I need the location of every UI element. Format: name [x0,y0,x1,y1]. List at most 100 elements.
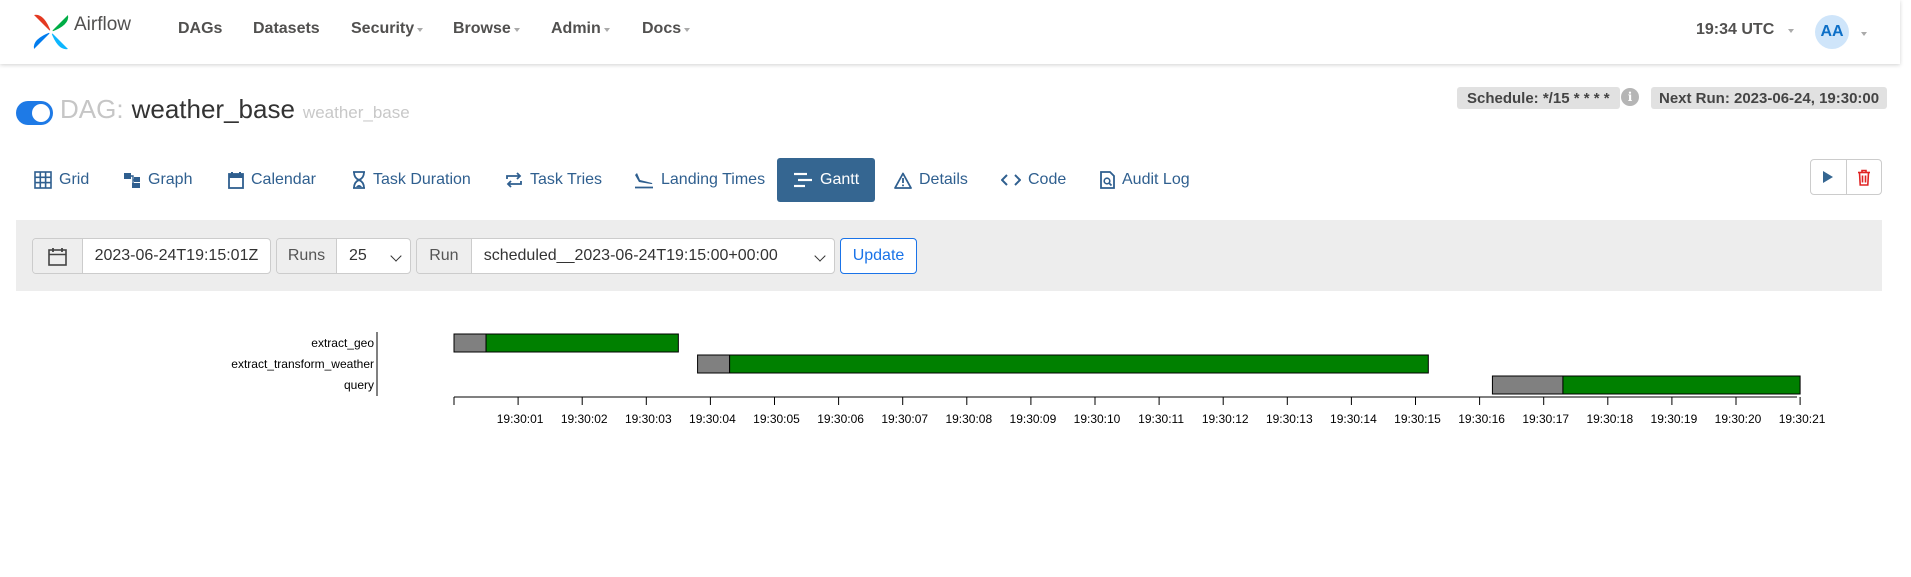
audit-log-icon [1100,171,1115,189]
date-picker-button[interactable] [33,239,83,273]
warning-triangle-icon [894,172,912,189]
runs-label: Runs [277,239,338,273]
tab-grid-label: Grid [59,171,90,188]
x-axis-tick-label: 19:30:03 [625,412,672,426]
x-axis-tick-label: 19:30:06 [817,412,864,426]
info-icon[interactable]: i [1621,88,1639,106]
schedule-badge: Schedule: */15 * * * * [1457,87,1620,109]
nav-security-label: Security [351,20,415,37]
x-axis-tick-label: 19:30:04 [689,412,736,426]
brand-home-link[interactable]: Airflow [30,8,131,56]
tab-grid[interactable]: Grid [34,158,89,202]
x-axis-tick-label: 19:30:01 [497,412,544,426]
gantt-task-label: extract_transform_weather [231,357,374,371]
caret-down-icon [417,28,424,32]
chevron-down-icon [814,250,826,262]
run-label: Run [417,239,472,273]
run-select[interactable]: scheduled__2023-06-24T19:15:00+00:00 [472,239,834,273]
x-axis-tick-label: 19:30:07 [881,412,928,426]
nav-dags-label: DAGs [178,20,223,37]
caret-down-icon [684,28,691,32]
code-icon [1001,174,1021,186]
tab-calendar-label: Calendar [251,171,316,188]
brand-name: Airflow [74,14,132,35]
nav-admin[interactable]: Admin [551,20,610,38]
user-avatar[interactable]: AA [1815,15,1849,49]
runs-group: Runs 25 [276,238,411,274]
gantt-task-bar[interactable] [729,354,1429,374]
x-axis-tick-label: 19:30:08 [945,412,992,426]
x-axis-tick-label: 19:30:13 [1266,412,1313,426]
runs-select[interactable]: 25 [337,239,410,273]
gantt-task-bar[interactable] [485,333,679,353]
tab-details-label: Details [919,171,968,188]
gantt-task-bar[interactable] [1562,375,1801,395]
gantt-queued-bar[interactable] [453,333,487,353]
x-axis-tick-label: 19:30:18 [1586,412,1633,426]
tab-task-tries[interactable]: Task Tries [505,158,602,202]
runs-select-value: 25 [349,247,367,264]
nav-docs-label: Docs [642,20,682,37]
nav-browse[interactable]: Browse [453,20,520,38]
nav-browse-label: Browse [453,20,511,37]
tab-calendar[interactable]: Calendar [228,158,316,202]
nav-admin-label: Admin [551,20,601,37]
tab-code-label: Code [1028,171,1067,188]
dag-display-name: weather_base [302,103,410,122]
nav-datasets[interactable]: Datasets [253,20,320,38]
tab-task-duration[interactable]: Task Duration [352,158,471,202]
gantt-chart: extract_geo extract_transform_weatherquer… [231,332,1826,426]
dag-prefix: DAG: [60,94,124,124]
timezone-clock-dropdown[interactable]: 19:34 UTC [1696,21,1795,39]
tab-gantt[interactable]: Gantt [777,158,876,202]
x-axis-tick-label: 19:30:05 [753,412,800,426]
dag-action-buttons [1810,159,1882,195]
x-axis-tick-label: 19:30:09 [1010,412,1057,426]
dag-name: weather_base [131,94,295,124]
x-axis-tick-label: 19:30:19 [1651,412,1698,426]
nav-datasets-label: Datasets [253,20,320,37]
retry-icon [506,172,522,188]
chevron-down-icon [390,250,402,262]
caret-down-icon [603,28,610,32]
x-axis-tick-label: 19:30:15 [1394,412,1441,426]
trigger-dag-button[interactable] [1811,160,1846,194]
tab-details[interactable]: Details [894,158,968,202]
tab-audit-log[interactable]: Audit Log [1100,158,1190,202]
tab-gantt-label: Gantt [820,171,860,188]
caret-down-icon[interactable] [1861,32,1867,36]
x-axis-tick-label: 19:30:12 [1202,412,1249,426]
x-axis-tick-label: 19:30:20 [1715,412,1762,426]
dag-pause-toggle[interactable] [16,101,53,125]
dag-title: DAG: weather_base weather_base [60,94,410,125]
calendar-icon [228,172,244,189]
x-axis-tick-label: 19:30:10 [1074,412,1121,426]
x-axis-tick-label: 19:30:17 [1522,412,1569,426]
run-group: Run scheduled__2023-06-24T19:15:00+00:00 [416,238,835,274]
gantt-queued-bar[interactable] [697,354,731,374]
airflow-logo-icon [33,14,69,50]
x-axis-tick-label: 19:30:11 [1138,412,1184,426]
gantt-task-label: query [344,378,374,392]
nav-dags[interactable]: DAGs [178,20,222,38]
tab-landing-times[interactable]: Landing Times [634,158,765,202]
delete-dag-button[interactable] [1845,160,1882,194]
base-date-group: 2023-06-24T19:15:01Z [32,238,271,274]
tab-task-tries-label: Task Tries [530,171,603,188]
x-axis-tick-label: 19:30:16 [1458,412,1505,426]
hourglass-icon [353,171,365,189]
trash-icon [1857,169,1870,186]
nav-security[interactable]: Security [351,20,424,38]
update-button[interactable]: Update [840,238,917,274]
x-axis-tick-label: 19:30:21 [1779,412,1826,426]
gantt-queued-bar[interactable] [1491,375,1564,395]
nav-docs[interactable]: Docs [642,20,691,38]
caret-down-icon [513,28,520,32]
x-axis-tick-label: 19:30:02 [561,412,608,426]
tab-code[interactable]: Code [1001,158,1066,202]
base-date-input[interactable]: 2023-06-24T19:15:01Z [83,239,270,273]
graph-icon [124,173,140,188]
x-axis-tick-label: 19:30:14 [1330,412,1377,426]
tab-graph-label: Graph [148,171,193,188]
tab-graph[interactable]: Graph [123,158,192,202]
